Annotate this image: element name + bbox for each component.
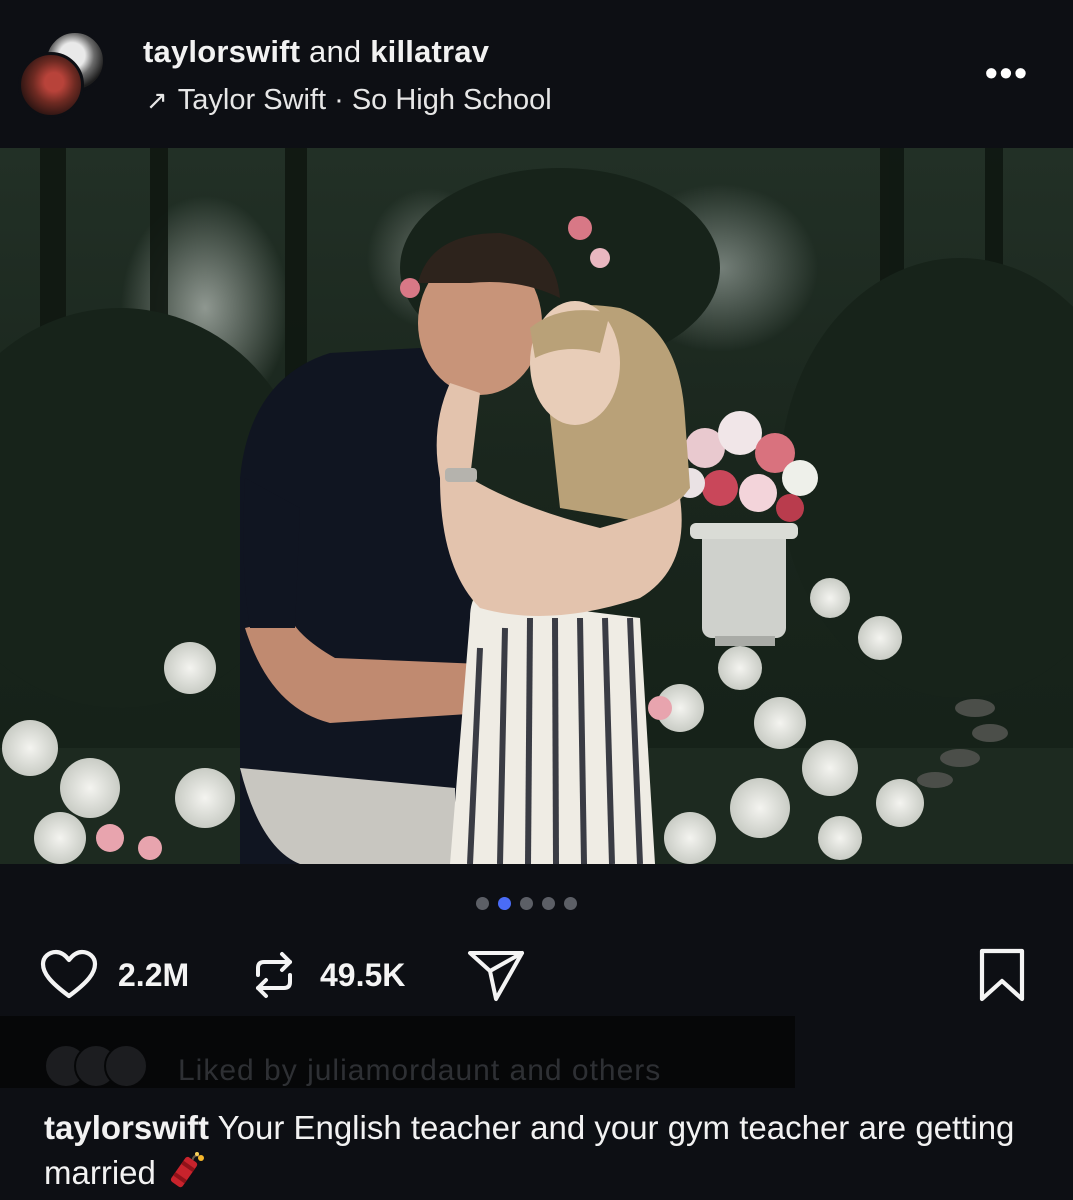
carousel-dot[interactable] (520, 897, 533, 910)
repost-button[interactable]: 49.5K (248, 940, 405, 1010)
authors-joiner: and (300, 34, 371, 69)
heart-icon (40, 949, 98, 999)
more-options-icon[interactable]: ••• (985, 55, 1029, 91)
save-button[interactable] (976, 940, 1028, 1010)
post-caption: taylorswift Your English teacher and you… (44, 1106, 1034, 1195)
garden-urn (690, 523, 798, 646)
carousel-dot[interactable] (476, 897, 489, 910)
post-authors: taylorswift and killatrav (143, 34, 489, 70)
liked-by-avatars[interactable] (44, 1044, 154, 1088)
firecracker-emoji-icon (170, 1152, 205, 1188)
post-screen: taylorswift and killatrav ↗ Taylor Swift… (0, 0, 1073, 1200)
carousel-dot[interactable] (564, 897, 577, 910)
collab-avatars[interactable] (18, 30, 110, 122)
send-icon (468, 951, 524, 1001)
post-header: taylorswift and killatrav ↗ Taylor Swift… (0, 0, 1073, 148)
author-killatrav[interactable]: killatrav (370, 34, 489, 69)
music-label: Taylor Swift · So High School (177, 84, 552, 116)
arrow-up-right-icon: ↗ (146, 85, 168, 115)
caption-username[interactable]: taylorswift (44, 1109, 209, 1146)
likes-count: 2.2M (118, 956, 190, 993)
carousel-dot[interactable] (542, 897, 555, 910)
liked-by-text[interactable]: Liked by juliamordaunt and others (178, 1054, 661, 1088)
share-button[interactable] (466, 940, 526, 1010)
repost-icon (256, 952, 292, 998)
carousel-dot[interactable] (498, 897, 511, 910)
music-link[interactable]: ↗ Taylor Swift · So High School (146, 84, 552, 117)
couple-photo-illustration (0, 148, 1073, 864)
avatar-taylorswift[interactable] (18, 52, 84, 118)
carousel-dots[interactable] (476, 897, 577, 910)
bookmark-icon (979, 948, 1025, 1002)
like-button[interactable]: 2.2M (40, 940, 189, 1010)
reposts-count: 49.5K (320, 956, 406, 993)
author-taylorswift[interactable]: taylorswift (143, 34, 300, 69)
action-bar: 2.2M 49.5K (0, 940, 1073, 1010)
post-photo[interactable] (0, 148, 1073, 864)
